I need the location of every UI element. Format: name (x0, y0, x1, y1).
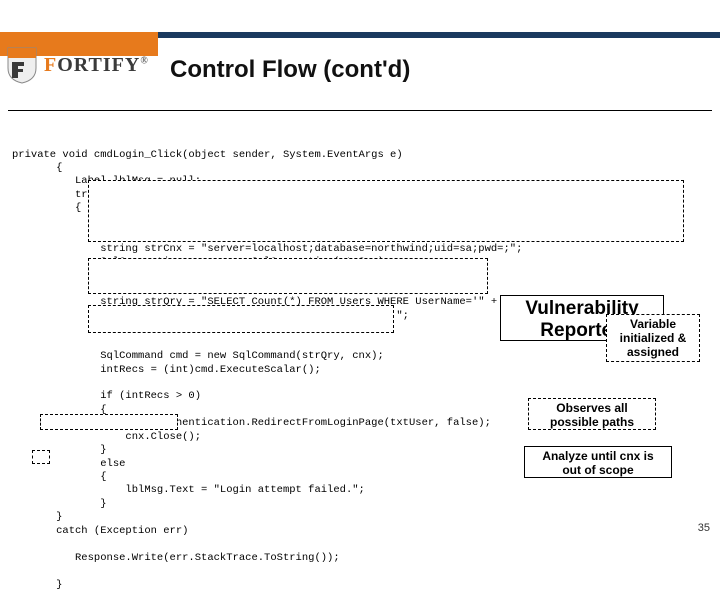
callout-line: Analyze until cnx is (525, 449, 671, 463)
callout-line: out of scope (525, 463, 671, 477)
callout-observes-paths: Observes all possible paths (528, 398, 656, 430)
callout-line: possible paths (529, 415, 655, 429)
page-number: 35 (698, 522, 710, 534)
shield-icon (6, 46, 38, 84)
title-underline (8, 110, 712, 111)
callout-line: assigned (607, 345, 699, 359)
callout-scope: Analyze until cnx is out of scope (524, 446, 672, 478)
code-listing: private void cmdLogin_Click(object sende… (12, 149, 708, 592)
callout-line: Observes all (529, 401, 655, 415)
fortify-logo: FORTIFY® (6, 46, 149, 84)
callout-variable-assigned: Variable initialized & assigned (606, 314, 700, 362)
header-accent-navy (158, 32, 720, 38)
logo-wordmark: FORTIFY® (44, 54, 149, 77)
callout-line: initialized & (607, 331, 699, 345)
slide-header: FORTIFY® Control Flow (cont'd) (0, 0, 720, 110)
callout-line: Variable (607, 317, 699, 331)
slide-title: Control Flow (cont'd) (170, 56, 410, 84)
